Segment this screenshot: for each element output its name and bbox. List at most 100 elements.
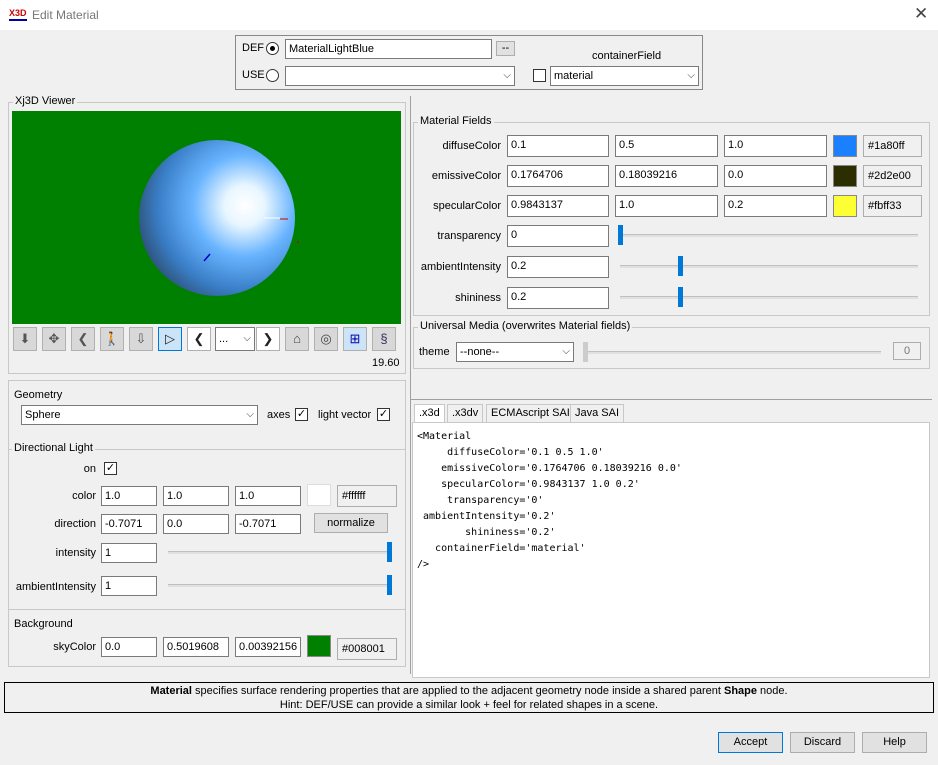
emissive-r[interactable]: 0.1764706 <box>507 165 609 187</box>
normalize-button[interactable]: normalize <box>314 513 388 533</box>
diffuse-hex[interactable]: #1a80ff <box>863 135 922 157</box>
material-ambient-field[interactable]: 0.2 <box>507 256 609 278</box>
light-on-checkbox[interactable]: ✓ <box>104 462 117 475</box>
shininess-slider[interactable] <box>677 287 683 307</box>
use-radio[interactable] <box>266 69 279 82</box>
sky-color-b[interactable]: 0.00392156 <box>235 637 301 657</box>
light-ambient-field[interactable]: 1 <box>101 576 157 596</box>
tab-ecmascript-sai[interactable]: ECMAscript SAI <box>486 404 575 422</box>
walk-icon[interactable]: ⬇ <box>13 327 37 351</box>
light-on-label: on <box>83 463 96 475</box>
pan-icon[interactable]: ✥ <box>42 327 66 351</box>
light-color-b[interactable]: 1.0 <box>235 486 301 506</box>
emissive-g[interactable]: 0.18039216 <box>615 165 718 187</box>
material-ambient-slider[interactable] <box>677 256 683 276</box>
theme-value: --none-- <box>460 346 500 358</box>
theme-slider[interactable] <box>583 342 588 362</box>
sky-color-r[interactable]: 0.0 <box>101 637 157 657</box>
geometry-combo[interactable]: Sphere ⌵ <box>21 405 258 425</box>
chevron-down-icon: ⌵ <box>246 409 254 420</box>
diffuse-swatch[interactable] <box>833 135 857 157</box>
sky-color-hex[interactable]: #008001 <box>337 638 397 660</box>
transparency-field[interactable]: 0 <box>507 225 609 247</box>
right-divider <box>411 399 932 400</box>
theme-number[interactable]: 0 <box>893 342 921 360</box>
viewer-canvas[interactable] <box>12 111 401 324</box>
container-checkbox[interactable] <box>533 69 546 82</box>
vertical-splitter[interactable] <box>410 96 411 674</box>
specular-r[interactable]: 0.9843137 <box>507 195 609 217</box>
diffuse-r[interactable]: 0.1 <box>507 135 609 157</box>
sky-color-swatch[interactable] <box>307 635 331 657</box>
viewpoint-combo[interactable]: ... ⌵ <box>215 327 255 351</box>
title-bar: X3D Edit Material ✕ <box>0 0 938 30</box>
geometry-title: Geometry <box>14 389 63 401</box>
scroll-icon[interactable]: § <box>372 327 396 351</box>
def-field[interactable]: MaterialLightBlue <box>285 39 492 59</box>
axis-dot <box>297 241 299 243</box>
chevron-down-icon: ⌵ <box>503 70 511 81</box>
specular-b[interactable]: 0.2 <box>724 195 827 217</box>
light-ambient-label: ambientIntensity <box>15 581 96 593</box>
fly-icon[interactable]: 🚶 <box>100 327 124 351</box>
specular-hex[interactable]: #fbff33 <box>863 195 922 217</box>
light-color-swatch[interactable] <box>307 484 331 506</box>
diffuse-b[interactable]: 1.0 <box>724 135 827 157</box>
tab-x3d[interactable]: .x3d <box>414 404 445 422</box>
container-combo[interactable]: material ⌵ <box>550 66 699 86</box>
background-divider <box>9 609 405 610</box>
turn-icon[interactable]: ❮ <box>71 327 95 351</box>
light-color-r[interactable]: 1.0 <box>101 486 157 506</box>
fit-view-icon[interactable]: ⊞ <box>343 327 367 351</box>
use-combo[interactable]: ⌵ <box>285 66 515 86</box>
theme-track <box>585 351 881 354</box>
tab-java-sai[interactable]: Java SAI <box>570 404 625 422</box>
examine-icon[interactable]: ▷ <box>158 327 182 351</box>
light-direction-y[interactable]: 0.0 <box>163 514 229 534</box>
transparency-label: transparency <box>437 230 501 242</box>
def-more-button[interactable]: -- <box>496 41 515 56</box>
light-direction-z[interactable]: -0.7071 <box>235 514 301 534</box>
theme-combo[interactable]: --none-- ⌵ <box>456 342 574 362</box>
tilt-icon[interactable]: ⇩ <box>129 327 153 351</box>
transparency-track <box>620 234 918 237</box>
close-icon[interactable]: ✕ <box>914 4 928 24</box>
emissive-swatch[interactable] <box>833 165 857 187</box>
def-radio[interactable] <box>266 42 279 55</box>
hint-bold-shape: Shape <box>723 685 757 697</box>
chevron-down-icon: ⌵ <box>562 346 570 357</box>
light-intensity-slider[interactable] <box>387 542 392 562</box>
tab-x3dv[interactable]: .x3dv <box>447 404 484 422</box>
light-ambient-slider[interactable] <box>387 575 392 595</box>
discard-button[interactable]: Discard <box>790 732 855 753</box>
code-area[interactable]: <Material diffuseColor='0.1 0.5 1.0' emi… <box>412 422 930 678</box>
light-intensity-field[interactable]: 1 <box>101 543 157 563</box>
light-color-g[interactable]: 1.0 <box>163 486 229 506</box>
sky-color-g[interactable]: 0.5019608 <box>163 637 229 657</box>
emissive-b[interactable]: 0.0 <box>724 165 827 187</box>
previous-viewpoint-icon[interactable]: ❮ <box>187 327 211 351</box>
accept-button[interactable]: Accept <box>718 732 783 753</box>
next-viewpoint-icon[interactable]: ❯ <box>256 327 280 351</box>
axes-checkbox[interactable]: ✓ <box>295 408 308 421</box>
binoculars-icon[interactable]: ◎ <box>314 327 338 351</box>
light-intensity-track <box>168 551 392 554</box>
specular-g[interactable]: 1.0 <box>615 195 718 217</box>
use-label: USE <box>242 69 265 81</box>
specular-swatch[interactable] <box>833 195 857 217</box>
home-icon[interactable]: ⌂ <box>285 327 309 351</box>
emissive-hex[interactable]: #2d2e00 <box>863 165 922 187</box>
hint-bar: Material specifies surface rendering pro… <box>4 682 934 713</box>
transparency-slider[interactable] <box>618 225 623 245</box>
light-color-hex[interactable]: #ffffff <box>337 485 397 507</box>
shininess-field[interactable]: 0.2 <box>507 287 609 309</box>
hint-bold-material: Material <box>150 685 192 697</box>
light-direction-x[interactable]: -0.7071 <box>101 514 157 534</box>
light-vector-label: light vector <box>318 409 372 421</box>
light-vector-checkbox[interactable]: ✓ <box>377 408 390 421</box>
chevron-down-icon: ⌵ <box>243 333 251 344</box>
material-ambient-track <box>620 265 918 268</box>
help-button[interactable]: Help <box>862 732 927 753</box>
hint-text-2: node. <box>757 685 788 697</box>
diffuse-g[interactable]: 0.5 <box>615 135 718 157</box>
